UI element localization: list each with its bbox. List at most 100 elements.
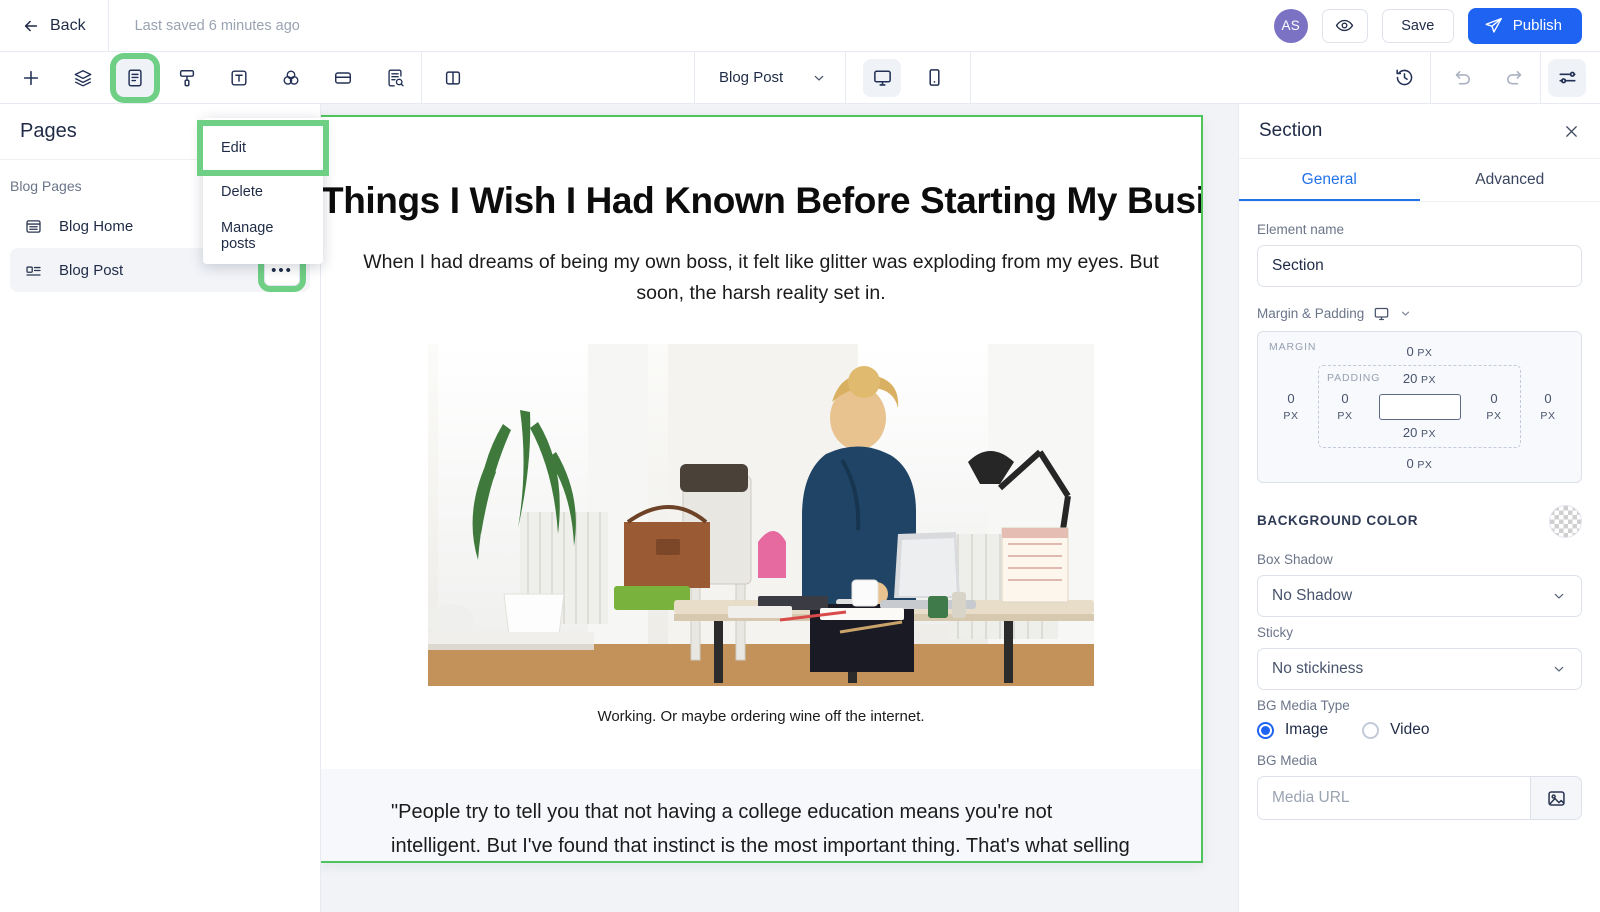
desktop-icon[interactable] [863,58,902,97]
add-icon[interactable] [12,59,50,97]
save-button[interactable]: Save [1381,8,1454,43]
radio-label-video: Video [1390,721,1430,738]
page-post-icon [24,261,43,280]
arrow-left-icon [22,17,40,35]
radio-label-image: Image [1285,721,1329,738]
sidebar-item-label: Blog Post [59,261,124,279]
sidebar-item-label: Blog Home [59,217,134,235]
context-menu-item-manage-posts[interactable]: Manage posts [203,214,323,258]
margin-left-value[interactable]: 0 PX [1276,391,1306,424]
margin-padding-label-row: Margin & Padding [1257,305,1582,322]
bg-media-input[interactable] [1257,776,1530,820]
typography-icon[interactable] [220,59,258,97]
element-name-label: Element name [1257,222,1345,237]
desktop-icon[interactable] [1373,305,1390,322]
pages-icon[interactable] [116,58,154,97]
post-image-caption[interactable]: Working. Or maybe ordering wine off the … [321,686,1201,725]
theme-icon[interactable] [168,59,206,97]
history-icon[interactable] [1385,59,1423,97]
page-title: Pages [20,120,77,142]
section-panel-title: Section [1259,120,1323,141]
sticky-value: No stickiness [1272,660,1364,677]
post-image[interactable] [428,343,1094,686]
page-selector-value: Blog Post [719,69,784,86]
radio-off-icon [1362,721,1380,739]
radio-bg-media-image[interactable]: Image [1257,721,1328,739]
content-box [1378,393,1461,420]
sticky-label: Sticky [1257,625,1294,640]
context-menu-item-delete[interactable]: Delete [203,170,323,214]
toolbar-panel-group [422,52,694,104]
margin-right-value[interactable]: 0 PX [1533,391,1563,424]
mobile-icon[interactable] [915,59,953,97]
bg-media-label: BG Media [1257,753,1318,768]
preview-button[interactable] [1321,8,1368,43]
box-shadow-select[interactable]: No Shadow [1257,575,1582,617]
padding-tag: PADDING [1327,372,1381,384]
layers-icon[interactable] [64,59,102,97]
undo-icon[interactable] [1443,59,1481,97]
toolbar-undo-group [1431,52,1540,104]
avatar[interactable]: AS [1273,8,1308,43]
toolbar-left-group [0,52,421,104]
toolbar-divider-6 [1540,51,1541,104]
element-name-field[interactable] [1257,245,1582,287]
device-toggle-group [846,58,970,97]
saved-status: Last saved 6 minutes ago [134,17,300,34]
margin-tag: MARGIN [1269,341,1317,353]
header-actions: AS Save Publish [1273,7,1600,44]
page-selector[interactable]: Blog Post [695,52,845,104]
send-icon [1484,16,1503,35]
chevron-down-icon[interactable] [1399,307,1412,320]
margin-padding-box-model[interactable]: MARGIN 0 PX 0 PX 0PX 0PX PADDING 20 PX [1257,331,1582,483]
post-quote[interactable]: "People try to tell you that not having … [321,768,1201,861]
publish-button[interactable]: Publish [1467,7,1582,44]
bg-media-row [1257,776,1582,820]
split-panel-icon[interactable] [434,59,472,97]
margin-top-value[interactable]: 0 PX [1406,344,1432,360]
padding-box[interactable]: PADDING 20 PX 20 PX 0 PX 0 PX [1318,365,1521,448]
context-menu-item-edit[interactable]: Edit [203,126,323,170]
post-intro[interactable]: When I had dreams of being my own boss, … [321,223,1201,307]
back-label: Back [50,16,86,34]
app-header: Back Last saved 6 minutes ago AS Save Pu… [0,0,1600,52]
box-shadow-value: No Shadow [1272,587,1353,604]
tab-advanced[interactable]: Advanced [1420,159,1600,201]
close-icon[interactable] [1563,123,1580,140]
page-context-menu: Edit Delete Manage posts [203,118,323,264]
settings-sliders-icon[interactable] [1548,58,1586,97]
padding-bottom-value[interactable]: 20 PX [1403,425,1436,441]
section-properties-panel: Section General Advanced Element name Ma… [1238,104,1600,912]
back-button[interactable]: Back [0,0,108,52]
padding-top-value[interactable]: 20 PX [1403,371,1436,387]
background-color-label: BACKGROUND COLOR [1257,513,1419,529]
eye-icon [1335,16,1354,35]
toolbar-history-group [1378,52,1430,104]
bg-media-type-label: BG Media Type [1257,698,1350,713]
radio-on-icon [1257,721,1274,739]
background-color-swatch[interactable] [1549,505,1582,538]
colors-icon[interactable] [272,59,310,97]
page-list-icon [24,217,43,236]
redo-icon[interactable] [1495,59,1533,97]
editor-toolbar: Blog Post [0,51,1600,104]
post-title[interactable]: Things I Wish I Had Known Before Startin… [321,117,1201,223]
publish-label: Publish [1512,17,1562,34]
padding-right-value[interactable]: 0 PX [1480,390,1508,423]
margin-bottom-value[interactable]: 0 PX [1406,456,1432,472]
components-icon[interactable] [324,59,362,97]
image-picker-icon[interactable] [1530,776,1582,820]
section-panel-body: Element name Margin & Padding MARGI [1239,202,1600,820]
seo-icon[interactable] [376,59,414,97]
chevron-down-icon [811,70,827,86]
radio-bg-media-video[interactable]: Video [1362,721,1429,739]
background-color-row: BACKGROUND COLOR [1257,505,1582,538]
tab-general[interactable]: General [1239,159,1420,201]
section-panel-tabs: General Advanced [1239,159,1600,202]
box-shadow-label: Box Shadow [1257,552,1333,567]
margin-padding-label: Margin & Padding [1257,306,1365,321]
padding-left-value[interactable]: 0 PX [1331,390,1359,423]
sticky-select[interactable]: No stickiness [1257,648,1582,690]
chevron-down-icon [1551,661,1567,677]
selected-section[interactable]: Things I Wish I Had Known Before Startin… [321,115,1203,863]
